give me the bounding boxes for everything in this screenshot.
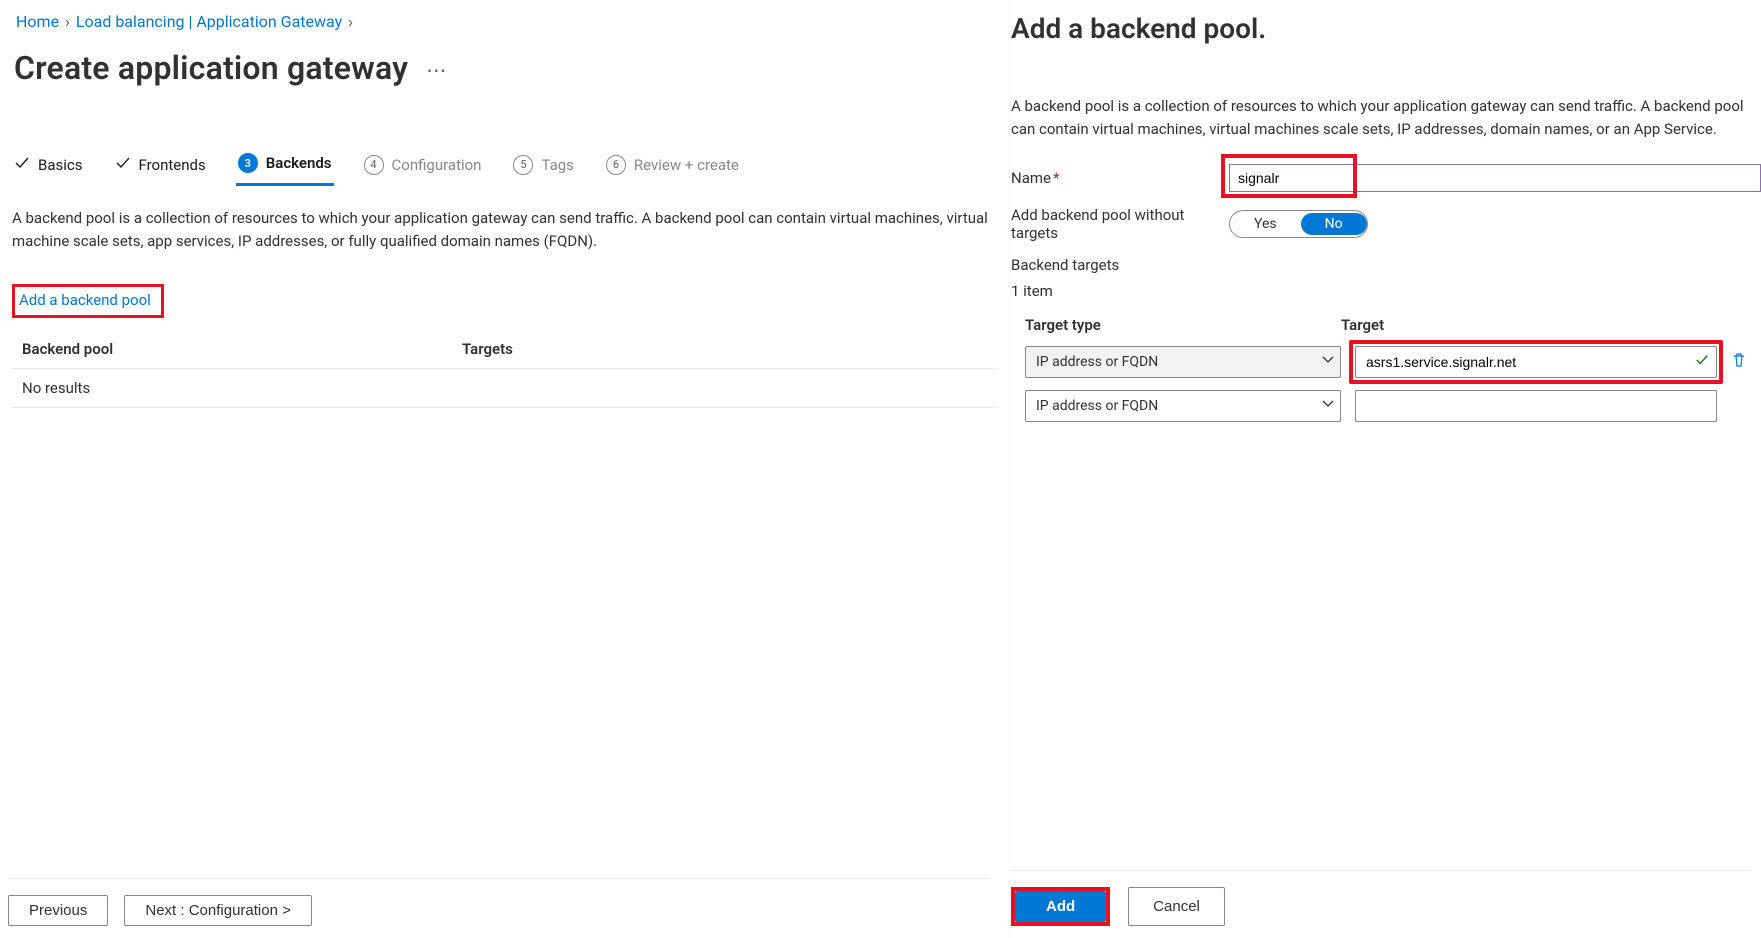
step-number-badge: 4 <box>364 155 384 175</box>
toggle-no[interactable]: No <box>1301 213 1367 235</box>
add-backend-pool-panel: Add a backend pool. A backend pool is a … <box>1010 0 1761 938</box>
chevron-down-icon <box>1322 398 1334 414</box>
target-row: IP address or FQDN <box>1025 384 1761 428</box>
more-menu-button[interactable]: ⋯ <box>426 58 448 82</box>
highlight-box: Add a backend pool <box>12 284 164 318</box>
select-value: IP address or FQDN <box>1036 398 1158 414</box>
step-number-badge: 6 <box>606 155 626 175</box>
cancel-button[interactable]: Cancel <box>1128 887 1225 926</box>
panel-title: Add a backend pool. <box>1011 8 1761 55</box>
add-backend-pool-link[interactable]: Add a backend pool <box>19 291 151 309</box>
step-label: Tags <box>541 156 573 174</box>
column-header-target: Target <box>1341 316 1731 334</box>
required-indicator: * <box>1053 169 1059 187</box>
step-tags[interactable]: 5 Tags <box>511 149 575 185</box>
chevron-right-icon: › <box>65 12 70 31</box>
target-type-select[interactable]: IP address or FQDN <box>1025 346 1341 378</box>
targets-table: Target type Target IP address or FQDN <box>1011 310 1761 428</box>
table-empty-message: No results <box>22 379 462 397</box>
step-label: Basics <box>38 156 83 174</box>
step-number-badge: 3 <box>238 153 258 173</box>
add-without-targets-label: Add backend pool without targets <box>1011 206 1229 242</box>
target-type-select[interactable]: IP address or FQDN <box>1025 390 1341 422</box>
step-label: Configuration <box>392 156 482 174</box>
target-input[interactable] <box>1355 390 1717 422</box>
breadcrumb-home[interactable]: Home <box>16 12 59 31</box>
step-frontends[interactable]: Frontends <box>113 149 208 185</box>
checkmark-icon <box>115 155 131 175</box>
step-label: Frontends <box>139 156 206 174</box>
column-header-targets: Targets <box>462 340 988 358</box>
step-review-create[interactable]: 6 Review + create <box>604 149 741 185</box>
step-backends[interactable]: 3 Backends <box>236 147 334 186</box>
name-label: Name* <box>1011 169 1229 187</box>
step-label: Review + create <box>634 156 739 174</box>
highlight-box: Add <box>1011 887 1110 926</box>
backend-targets-label: Backend targets <box>1011 256 1761 274</box>
wizard-footer: Previous Next : Configuration > <box>8 878 988 926</box>
column-header-backend-pool: Backend pool <box>22 340 462 358</box>
item-count: 1 item <box>1011 282 1761 300</box>
wizard-stepper: Basics Frontends 3 Backends 4 Configurat… <box>12 147 998 187</box>
input-underline <box>1357 191 1761 192</box>
target-input[interactable] <box>1355 346 1717 378</box>
step-configuration[interactable]: 4 Configuration <box>362 149 484 185</box>
target-row: IP address or FQDN <box>1025 340 1761 384</box>
chevron-down-icon <box>1322 354 1334 370</box>
main-area: Home › Load balancing | Application Gate… <box>0 0 1010 938</box>
breadcrumb: Home › Load balancing | Application Gate… <box>12 12 998 49</box>
backend-pool-table: Backend pool Targets No results <box>12 330 998 408</box>
chevron-right-icon: › <box>348 12 353 31</box>
delete-icon[interactable] <box>1731 352 1761 372</box>
checkmark-icon <box>1695 353 1709 371</box>
panel-footer: Add Cancel <box>1011 870 1751 926</box>
step-label: Backends <box>266 154 332 172</box>
name-input[interactable] <box>1229 164 1761 192</box>
next-button[interactable]: Next : Configuration > <box>124 895 312 926</box>
backends-description: A backend pool is a collection of resour… <box>12 207 998 252</box>
without-targets-toggle[interactable]: Yes No <box>1229 210 1368 238</box>
toggle-yes[interactable]: Yes <box>1230 213 1301 235</box>
previous-button[interactable]: Previous <box>8 895 108 926</box>
page-title: Create application gateway <box>14 49 408 87</box>
panel-description: A backend pool is a collection of resour… <box>1011 95 1761 140</box>
step-basics[interactable]: Basics <box>12 149 85 185</box>
column-header-target-type: Target type <box>1025 316 1341 334</box>
checkmark-icon <box>14 155 30 175</box>
breadcrumb-load-balancing[interactable]: Load balancing | Application Gateway <box>76 12 342 31</box>
add-button[interactable]: Add <box>1015 891 1106 922</box>
step-number-badge: 5 <box>513 155 533 175</box>
select-value: IP address or FQDN <box>1036 354 1158 370</box>
